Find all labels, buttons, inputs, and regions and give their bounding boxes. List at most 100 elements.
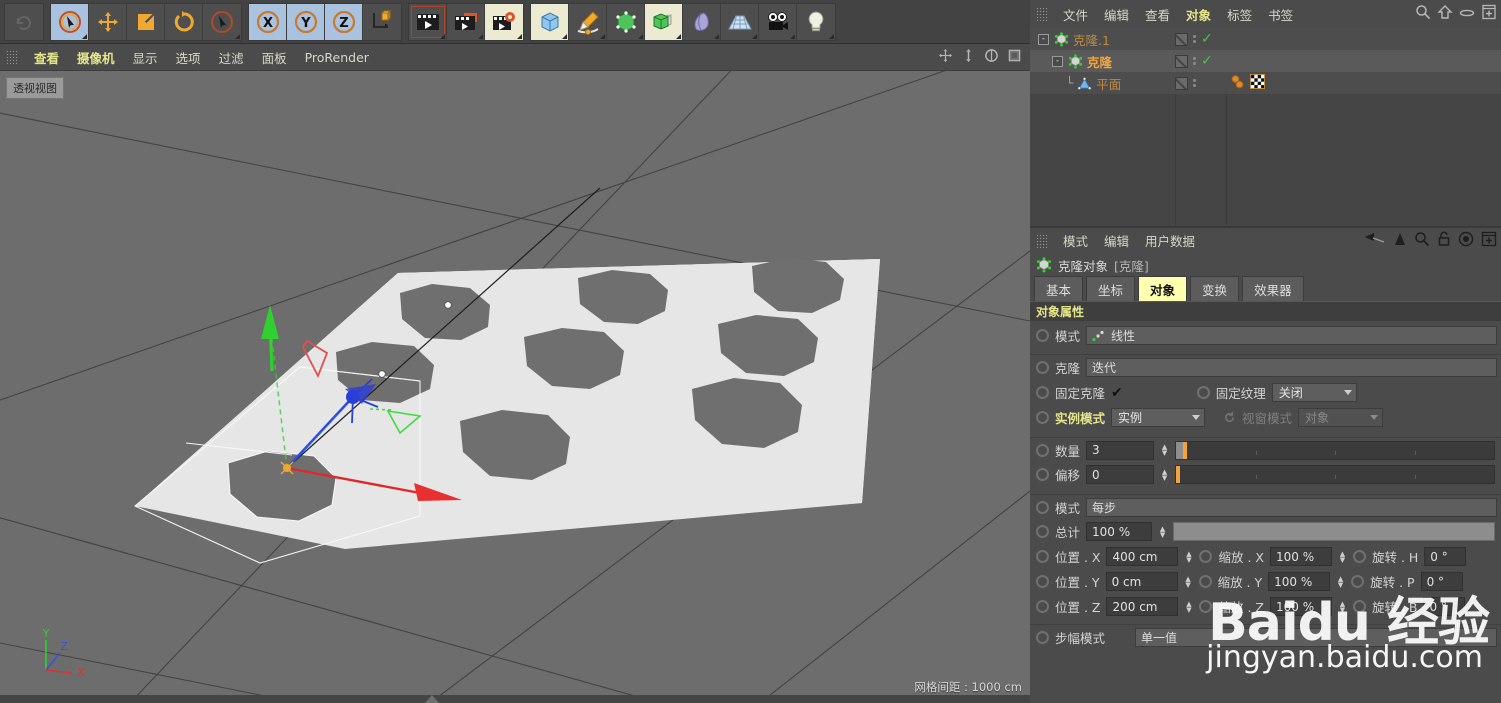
animate-dot-icon[interactable] (1199, 600, 1212, 613)
search-icon[interactable] (1414, 231, 1430, 250)
expander-icon[interactable]: - (1052, 56, 1063, 67)
position-x-input[interactable]: 400 cm (1106, 547, 1178, 566)
instance-mode-dropdown[interactable]: 实例 (1111, 408, 1205, 427)
scale-tool-icon[interactable] (127, 4, 165, 40)
enabled-check-icon[interactable]: ✓ (1201, 32, 1213, 46)
viewport-menu-options[interactable]: 选项 (167, 46, 210, 69)
total-input[interactable]: 100 % (1086, 522, 1152, 541)
count-slider[interactable] (1175, 441, 1495, 460)
om-menu-bookmark[interactable]: 书签 (1260, 3, 1301, 26)
animate-dot-icon[interactable] (1351, 575, 1364, 588)
visibility-tag-icon[interactable] (1175, 33, 1188, 46)
total-stepper[interactable]: ▲▼ (1158, 523, 1167, 540)
link-icon[interactable] (1459, 7, 1475, 21)
tab-basic[interactable]: 基本 (1034, 276, 1083, 303)
animate-dot-icon[interactable] (1036, 411, 1049, 424)
om-menu-object[interactable]: 对象 (1178, 3, 1219, 26)
position-z-input[interactable]: 200 cm (1106, 597, 1178, 616)
om-menu-edit[interactable]: 编辑 (1096, 3, 1137, 26)
dolly-view-icon[interactable] (961, 48, 976, 66)
material-tag-icon[interactable] (1230, 74, 1246, 93)
om-menu-file[interactable]: 文件 (1055, 3, 1096, 26)
tab-effector[interactable]: 效果器 (1242, 276, 1304, 303)
drag-grip-icon[interactable] (1036, 7, 1048, 21)
render-picture-icon[interactable] (447, 4, 485, 40)
lock-icon[interactable] (1437, 231, 1451, 250)
array-clone-icon[interactable] (645, 4, 683, 40)
scale-x-stepper[interactable]: ▲▼ (1338, 548, 1347, 565)
undo-icon[interactable] (5, 4, 43, 40)
dots-icon[interactable] (1193, 57, 1196, 65)
render-mode-dropdown[interactable]: 对象 (1298, 408, 1383, 427)
offset-input[interactable]: 0 (1086, 465, 1154, 484)
rotation-b-input[interactable]: 0 ° (1423, 597, 1465, 616)
object-name[interactable]: 克隆.1 (1073, 30, 1110, 49)
table-row[interactable]: - 克隆 ✓ (1030, 50, 1501, 72)
am-menu-userdata[interactable]: 用户数据 (1137, 229, 1203, 252)
select-tool-icon[interactable] (51, 4, 89, 40)
axis-x-icon[interactable]: X (249, 4, 287, 40)
animate-dot-icon[interactable] (1353, 550, 1366, 563)
dots-icon[interactable] (1193, 35, 1196, 43)
animate-dot-icon[interactable] (1036, 468, 1049, 481)
up-arrow-icon[interactable] (1393, 231, 1407, 250)
object-name[interactable]: 平面 (1096, 74, 1121, 93)
rotation-h-input[interactable]: 0 ° (1424, 547, 1466, 566)
target-icon[interactable] (1458, 231, 1474, 250)
om-menu-view[interactable]: 查看 (1137, 3, 1178, 26)
drag-grip-icon[interactable] (1036, 234, 1048, 248)
fix-texture-dropdown[interactable]: 关闭 (1272, 383, 1357, 402)
animate-dot-icon[interactable] (1036, 386, 1049, 399)
tab-transform[interactable]: 变换 (1190, 276, 1239, 303)
home-icon[interactable] (1437, 4, 1453, 23)
visibility-tag-icon[interactable] (1175, 77, 1188, 90)
floor-icon[interactable] (721, 4, 759, 40)
om-menu-tag[interactable]: 标签 (1219, 3, 1260, 26)
clone-dropdown[interactable]: 迭代 (1086, 358, 1497, 377)
object-name[interactable]: 克隆 (1087, 52, 1112, 71)
rotation-p-input[interactable]: 0 ° (1421, 572, 1463, 591)
step-mode-dropdown[interactable]: 每步 (1086, 498, 1497, 517)
axis-z-icon[interactable]: Z (325, 4, 363, 40)
viewport-menu-panel[interactable]: 面板 (253, 46, 296, 69)
enabled-check-icon[interactable]: ✓ (1201, 54, 1213, 68)
maximize-view-icon[interactable] (1007, 48, 1022, 66)
move-tool-icon[interactable] (89, 4, 127, 40)
count-stepper[interactable]: ▲▼ (1160, 442, 1169, 459)
search-icon[interactable] (1415, 4, 1431, 23)
offset-slider[interactable] (1175, 465, 1495, 484)
camera-icon[interactable] (759, 4, 797, 40)
pen-spline-icon[interactable] (569, 4, 607, 40)
world-axis-icon[interactable] (363, 4, 401, 40)
tab-object[interactable]: 对象 (1138, 276, 1187, 303)
drag-grip-icon[interactable] (6, 50, 18, 64)
animate-dot-icon[interactable] (1197, 386, 1210, 399)
expander-icon[interactable]: - (1038, 34, 1049, 45)
position-x-stepper[interactable]: ▲▼ (1184, 548, 1193, 565)
animate-dot-icon[interactable] (1036, 600, 1049, 613)
perspective-viewport[interactable]: 透视视图 (0, 71, 1030, 703)
scale-y-stepper[interactable]: ▲▼ (1336, 573, 1345, 590)
object-tree[interactable]: - 克隆.1 ✓ - (1030, 28, 1501, 226)
cursor-circle-icon[interactable] (203, 4, 241, 40)
pan-view-icon[interactable] (938, 48, 953, 66)
new-layer-icon[interactable] (1481, 4, 1497, 23)
animate-dot-icon[interactable] (1199, 550, 1212, 563)
viewport-menu-view[interactable]: 查看 (25, 46, 68, 69)
am-menu-edit[interactable]: 编辑 (1096, 229, 1137, 252)
render-settings-icon[interactable] (485, 4, 523, 40)
scale-y-input[interactable]: 100 % (1268, 572, 1330, 591)
animate-dot-icon[interactable] (1036, 329, 1049, 342)
tab-coord[interactable]: 坐标 (1086, 276, 1135, 303)
texture-tag-icon[interactable] (1250, 74, 1265, 92)
scale-z-input[interactable]: 100 % (1270, 597, 1332, 616)
viewport-menu-filter[interactable]: 过滤 (210, 46, 253, 69)
position-y-stepper[interactable]: ▲▼ (1184, 573, 1193, 590)
viewport-menu-camera[interactable]: 摄像机 (68, 46, 124, 69)
animate-dot-icon[interactable] (1036, 361, 1049, 374)
count-input[interactable]: 3 (1086, 441, 1154, 460)
am-menu-mode[interactable]: 模式 (1055, 229, 1096, 252)
scale-z-stepper[interactable]: ▲▼ (1338, 598, 1347, 615)
table-row[interactable]: - 克隆.1 ✓ (1030, 28, 1501, 50)
dots-icon[interactable] (1193, 79, 1196, 87)
